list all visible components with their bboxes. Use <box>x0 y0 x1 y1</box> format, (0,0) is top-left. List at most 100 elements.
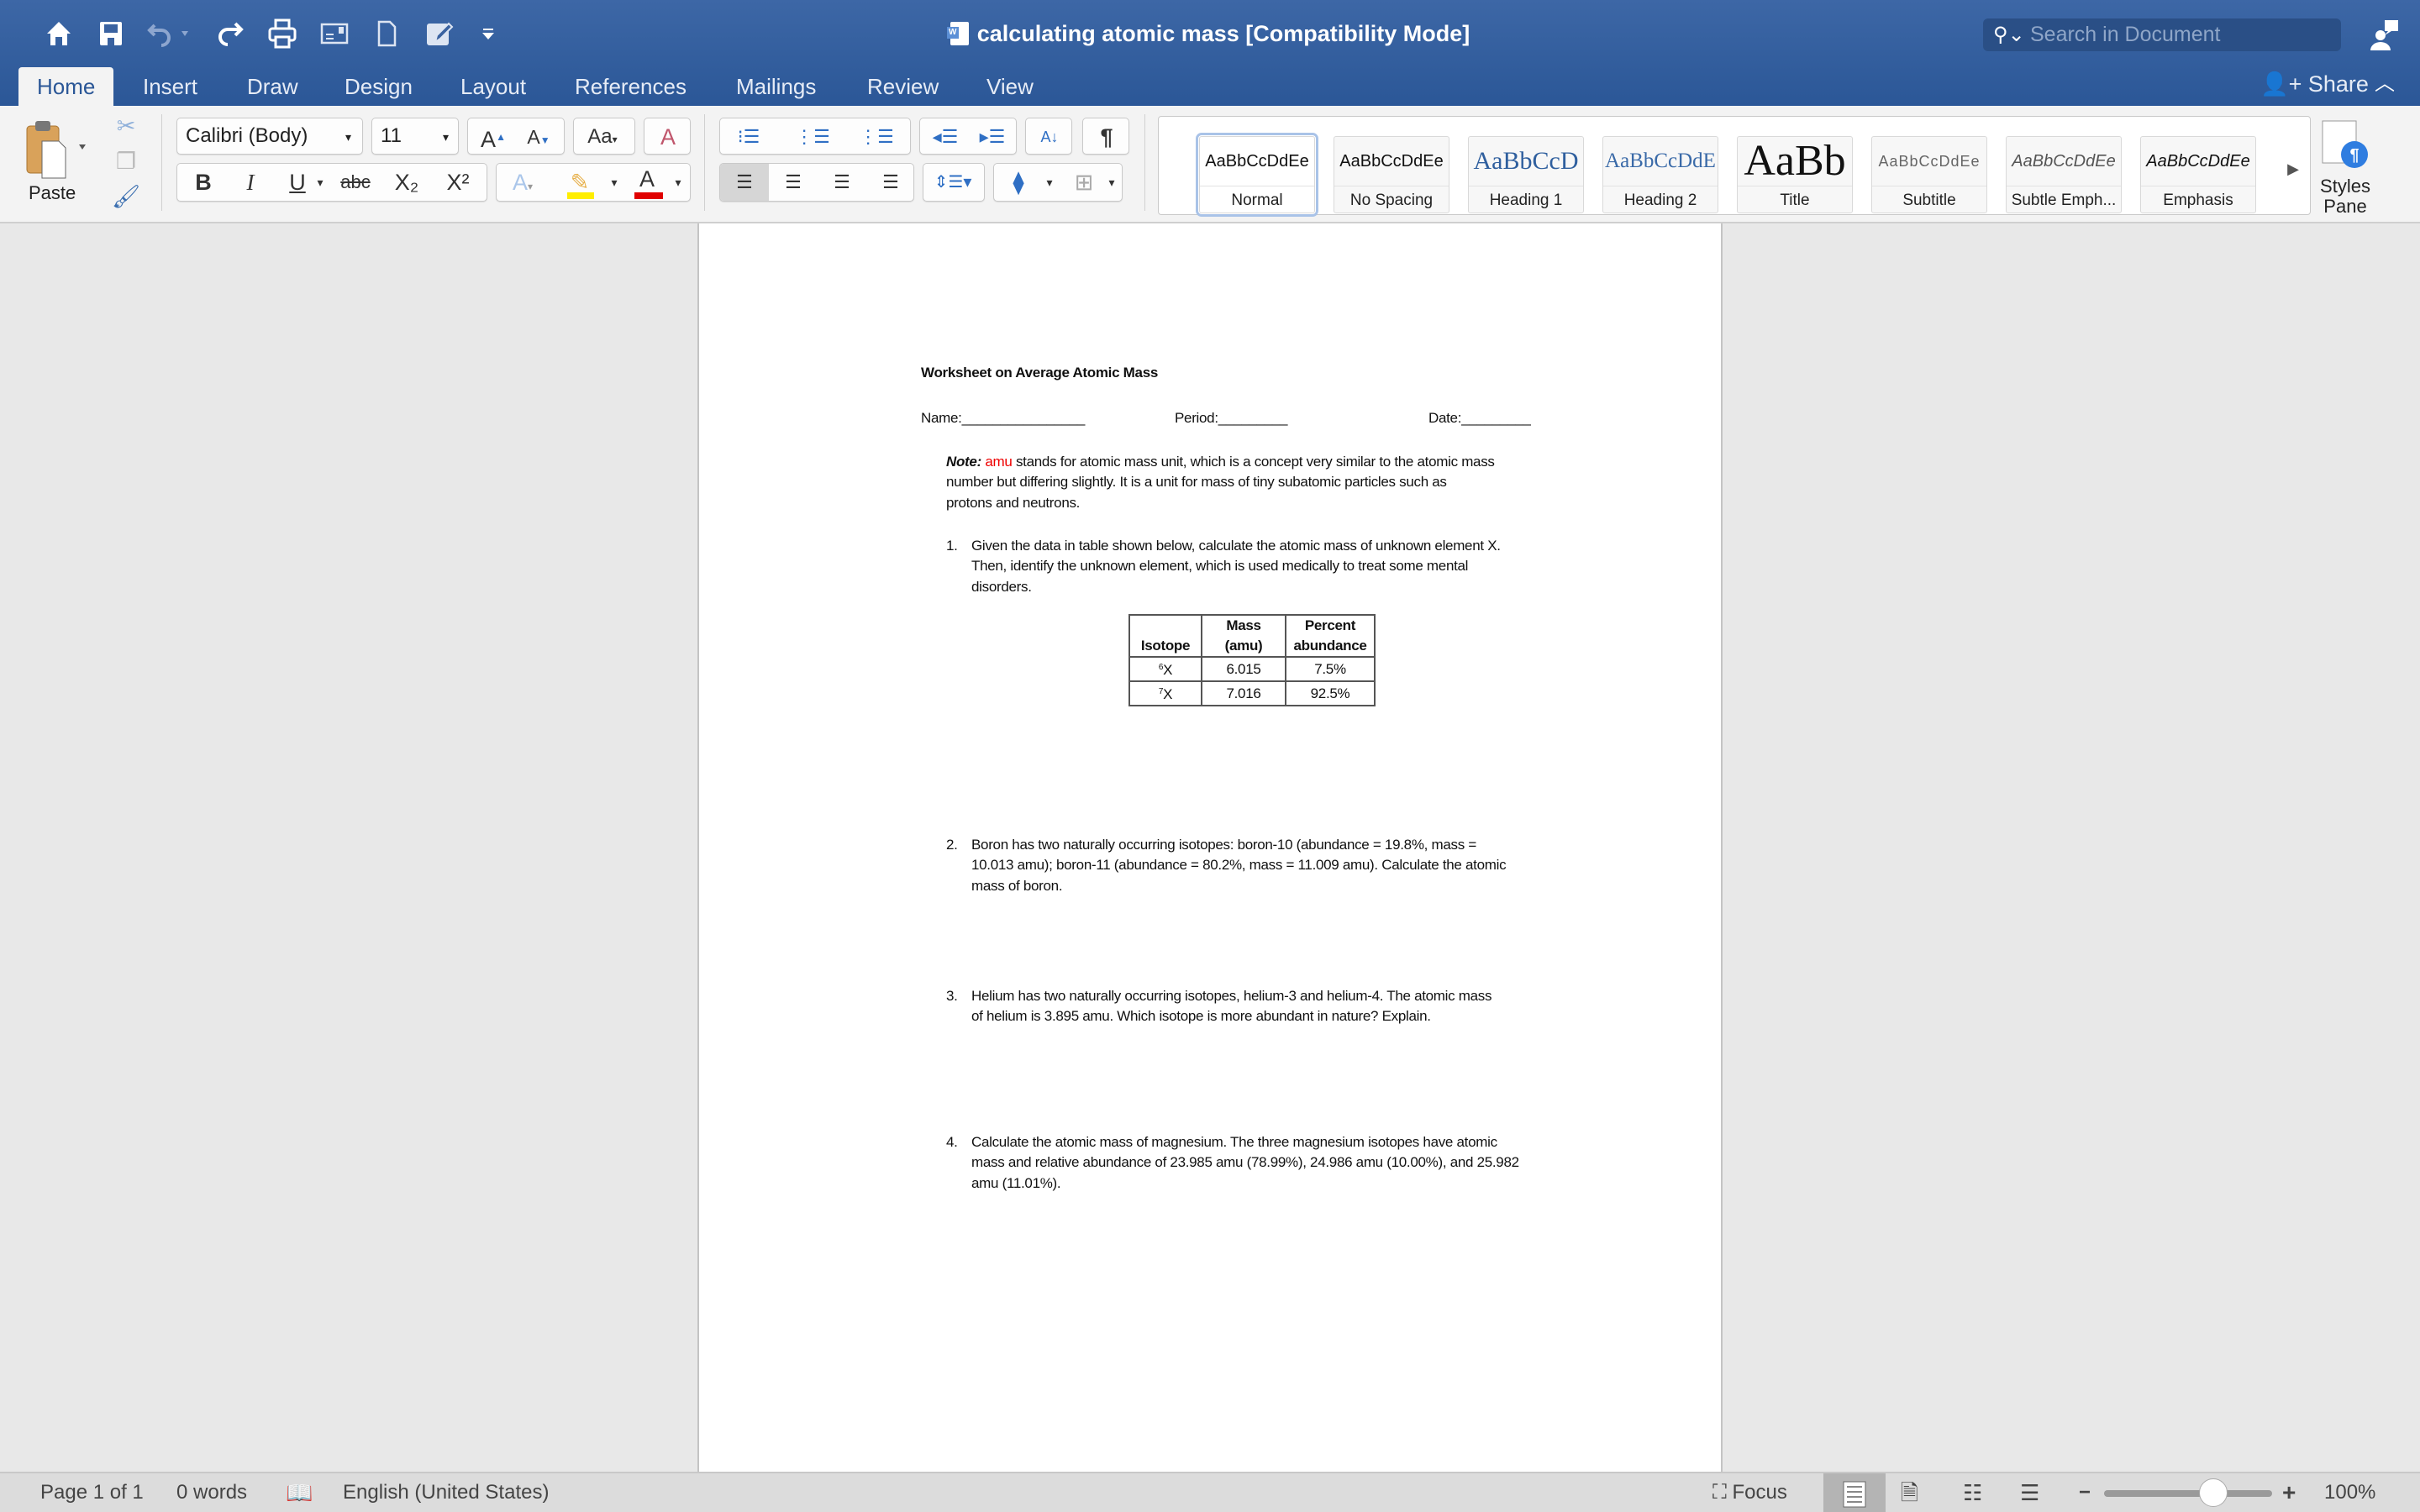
style-heading-1[interactable]: AaBbCcD Heading 1 <box>1468 136 1584 213</box>
font-color-swatch <box>634 192 663 199</box>
tab-draw[interactable]: Draw <box>229 67 317 106</box>
zoom-level[interactable]: 100% <box>2324 1473 2375 1512</box>
page-count[interactable]: Page 1 of 1 <box>40 1473 144 1512</box>
styles-pane-button[interactable]: ¶ <box>2316 118 2375 176</box>
draft-view-icon[interactable]: ☰ <box>2020 1473 2039 1512</box>
font-name-value: Calibri (Body) <box>186 124 308 147</box>
focus-button[interactable]: ⛶ Focus <box>1712 1473 1787 1512</box>
format-painter-icon[interactable]: 🖌 <box>109 178 143 215</box>
text-style-group: B I U ▾ abc X₂ X² <box>176 163 487 202</box>
tab-references[interactable]: References <box>556 67 705 106</box>
style-no-spacing[interactable]: AaBbCcDdEe No Spacing <box>1334 136 1449 213</box>
font-size-select[interactable]: 11 ▾ <box>371 118 459 155</box>
web-layout-icon[interactable]: 🗎 <box>1901 1473 1918 1512</box>
chevron-down-icon[interactable]: ▾ <box>312 164 329 201</box>
highlight-color-swatch <box>567 192 594 199</box>
style-normal[interactable]: AaBbCcDdEe Normal <box>1196 133 1318 217</box>
sort-button[interactable]: A↓ <box>1025 118 1072 155</box>
table-header: Percent abundance <box>1285 614 1376 658</box>
cut-icon[interactable]: ✂ <box>109 108 143 144</box>
numbering-icon[interactable]: ⋮☰ <box>787 118 838 155</box>
question-4: 4. Calculate the atomic mass of magnesiu… <box>946 1134 1519 1191</box>
document-page[interactable]: Worksheet on Average Atomic Mass Name:__… <box>697 223 1723 1472</box>
paste-label: Paste <box>29 182 76 203</box>
chevron-down-icon[interactable]: ▾ <box>670 164 687 201</box>
bold-button[interactable]: B <box>182 164 224 201</box>
style-preview: AaBb <box>1744 137 1846 185</box>
share-button[interactable]: 👤+ Share <box>2260 67 2369 101</box>
subscript-button[interactable]: X₂ <box>384 164 429 201</box>
style-subtle-emphasis[interactable]: AaBbCcDdEe Subtle Emph... <box>2006 136 2122 213</box>
document-title-text: calculating atomic mass [Compatibility M… <box>976 21 1470 46</box>
style-preview: AaBbCcD <box>1473 147 1579 175</box>
pilcrow-icon: ¶ <box>1100 124 1113 150</box>
svg-text:¶: ¶ <box>2349 146 2359 165</box>
multilevel-list-icon[interactable]: ⋮☰ <box>851 118 902 155</box>
style-label: Heading 2 <box>1603 186 1718 213</box>
question-3: 3. Helium has two naturally occurring is… <box>946 988 1492 1025</box>
paste-button[interactable]: Paste <box>17 113 92 213</box>
profile-comment-icon[interactable] <box>2370 18 2400 52</box>
outline-view-icon[interactable]: ☷ <box>1963 1473 1982 1512</box>
zoom-slider[interactable] <box>2104 1478 2272 1507</box>
tab-layout[interactable]: Layout <box>442 67 544 106</box>
search-input[interactable]: ⚲⌄ Search in Document <box>1983 18 2341 51</box>
style-subtitle[interactable]: AaBbCcDdEe Subtitle <box>1871 136 1987 213</box>
superscript-button[interactable]: X² <box>434 164 481 201</box>
table-header: Isotope <box>1128 614 1202 658</box>
chevron-down-icon[interactable]: ▾ <box>606 164 623 201</box>
show-formatting-button[interactable]: ¶ <box>1082 118 1129 155</box>
note-label: Note: <box>946 454 981 470</box>
tab-home[interactable]: Home <box>18 67 114 106</box>
decrease-indent-icon[interactable]: ◂☰ <box>923 118 967 155</box>
justify-icon[interactable]: ☰ <box>870 164 912 201</box>
style-heading-2[interactable]: AaBbCcDdE Heading 2 <box>1602 136 1718 213</box>
borders-icon[interactable]: ⊞ <box>1063 164 1105 201</box>
share-label: Share <box>2307 71 2369 97</box>
bullets-icon[interactable]: ⁝☰ <box>723 118 774 155</box>
shading-icon[interactable]: ⧫ <box>997 164 1039 201</box>
text-effects-icon[interactable]: A▾ <box>502 164 544 205</box>
table-cell-mass: 7.016 <box>1201 680 1286 706</box>
italic-button[interactable]: I <box>229 164 271 201</box>
line-spacing-button[interactable]: ⇕☰▾ <box>923 163 985 202</box>
eraser-icon: A <box>660 124 676 150</box>
zoom-slider-thumb[interactable] <box>2199 1478 2228 1507</box>
tab-mailings[interactable]: Mailings <box>718 67 834 106</box>
style-emphasis[interactable]: AaBbCcDdEe Emphasis <box>2140 136 2256 213</box>
name-field: Name:________________ <box>921 410 1086 426</box>
copy-icon[interactable]: ❐ <box>109 143 143 180</box>
zoom-in-button[interactable]: + <box>2282 1473 2296 1512</box>
font-name-select[interactable]: Calibri (Body) ▾ <box>176 118 363 155</box>
style-title[interactable]: AaBb Title <box>1737 136 1853 213</box>
styles-gallery: AaBbCcDdEe Normal AaBbCcDdEe No Spacing Aa… <box>1158 116 2311 217</box>
clear-formatting-button[interactable]: A <box>644 118 691 155</box>
zoom-out-button[interactable]: − <box>2079 1473 2091 1512</box>
word-count[interactable]: 0 words <box>176 1473 247 1512</box>
change-case-button[interactable]: Aa▾ <box>573 118 635 155</box>
collapse-ribbon-icon[interactable]: ︿ <box>2375 67 2395 101</box>
language[interactable]: English (United States) <box>343 1473 549 1512</box>
align-right-icon[interactable]: ☰ <box>821 164 863 201</box>
style-label: Title <box>1738 186 1852 213</box>
table-cell-isotope: 6X <box>1128 656 1202 682</box>
chevron-down-icon[interactable]: ▾ <box>1041 164 1058 201</box>
tab-review[interactable]: Review <box>849 67 957 106</box>
tab-view[interactable]: View <box>968 67 1052 106</box>
style-label: No Spacing <box>1334 186 1449 213</box>
increase-indent-icon[interactable]: ▸☰ <box>971 118 1014 155</box>
chevron-down-icon[interactable]: ▾ <box>1103 164 1120 201</box>
proofing-icon[interactable]: 📖 <box>286 1473 313 1512</box>
increase-font-size-icon[interactable]: A▲ <box>471 118 515 158</box>
align-center-icon[interactable]: ☰ <box>772 164 814 201</box>
style-preview: AaBbCcDdEe <box>1205 152 1309 171</box>
align-left-icon: ☰ <box>736 171 753 192</box>
decrease-font-size-icon[interactable]: A▼ <box>517 118 560 159</box>
print-layout-button[interactable] <box>1823 1473 1886 1512</box>
gallery-next-arrow-icon[interactable]: ▶ <box>2285 150 2302 187</box>
line-spacing-icon: ⇕☰▾ <box>934 173 972 192</box>
tab-design[interactable]: Design <box>326 67 431 106</box>
tab-insert[interactable]: Insert <box>124 67 216 106</box>
strikethrough-button[interactable]: abc <box>332 164 379 201</box>
chevron-down-icon: ▾ <box>345 130 352 144</box>
